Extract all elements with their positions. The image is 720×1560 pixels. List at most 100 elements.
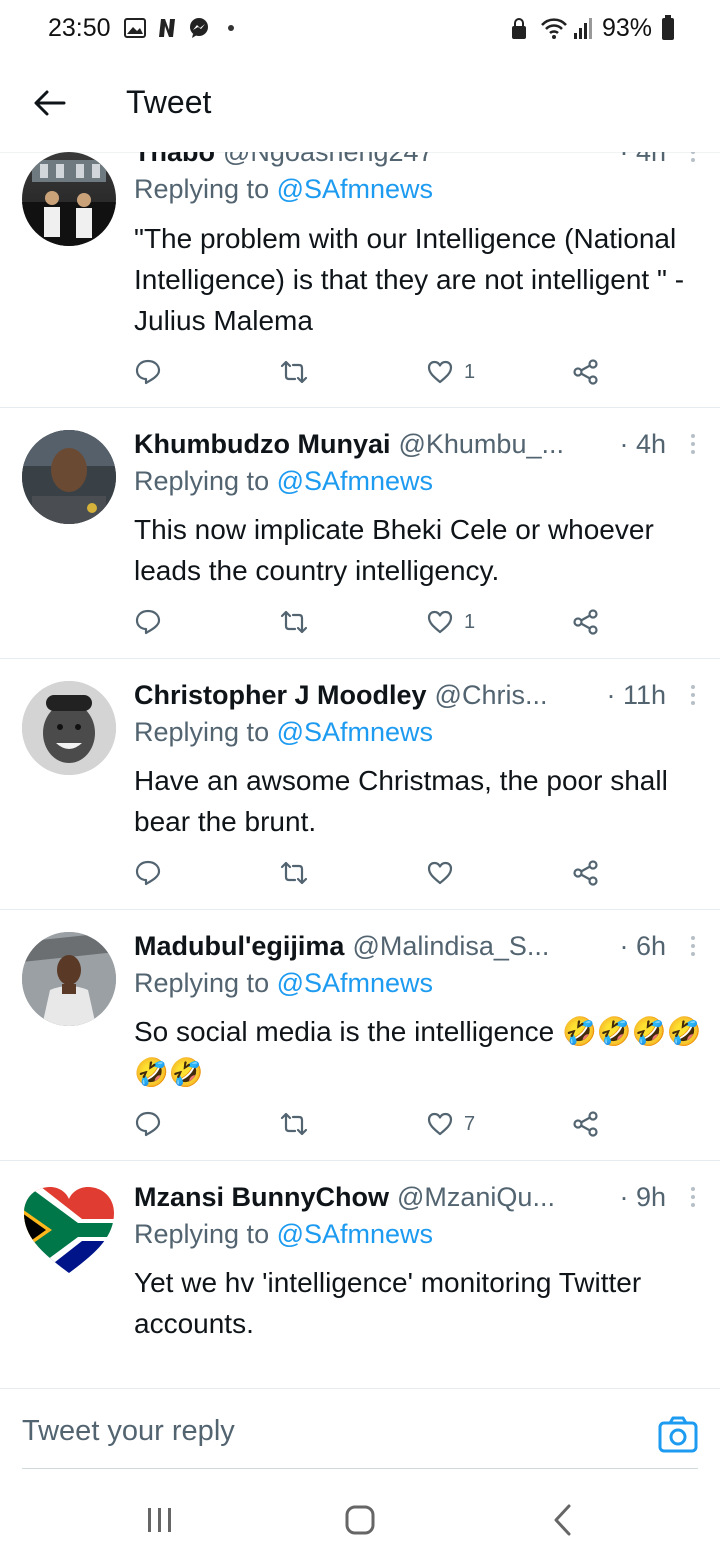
like-button[interactable]: 7 bbox=[426, 1104, 475, 1144]
battery-percent: 93% bbox=[601, 14, 652, 42]
tweet[interactable]: Khumbudzo Munyai @Khumbu_... · 4h Replyi… bbox=[0, 408, 720, 659]
notification-icons bbox=[124, 17, 234, 39]
battery-icon bbox=[662, 14, 674, 40]
tweet-text: "The problem with our Intelligence (Nati… bbox=[134, 223, 685, 336]
tweet-time: · 6h bbox=[619, 930, 666, 961]
status-time: 23:50 bbox=[48, 14, 111, 42]
reply-icon bbox=[135, 359, 161, 385]
like-count: 1 bbox=[464, 610, 476, 633]
tweet-header: Mzansi BunnyChow @MzaniQu... · 9h bbox=[134, 1179, 696, 1215]
share-icon bbox=[573, 359, 598, 385]
reply-icon bbox=[135, 860, 161, 886]
composer-divider bbox=[22, 1468, 698, 1469]
app-header: Tweet bbox=[0, 58, 720, 153]
user-handle[interactable]: @Khumbu_... bbox=[398, 429, 564, 460]
page-title: Tweet bbox=[126, 84, 212, 120]
avatar[interactable] bbox=[22, 932, 116, 1026]
like-icon bbox=[427, 861, 453, 885]
tweet-header: Thabo @Ngoasheng247 · 4h bbox=[134, 152, 696, 170]
tweet[interactable]: Mzansi BunnyChow @MzaniQu... · 9h Replyi… bbox=[0, 1161, 720, 1388]
tweet-time: · 9h bbox=[619, 1181, 666, 1212]
replying-to: Replying to @SAfmnews bbox=[134, 968, 433, 999]
retweet-icon bbox=[280, 610, 308, 634]
camera-icon[interactable] bbox=[658, 1415, 698, 1455]
like-icon bbox=[427, 610, 453, 634]
mention-link[interactable]: @SAfmnews bbox=[277, 968, 433, 998]
like-button[interactable] bbox=[426, 853, 464, 893]
tweet-time: · 4h bbox=[619, 428, 666, 459]
avatar[interactable] bbox=[22, 430, 116, 524]
reply-icon bbox=[135, 609, 161, 635]
tweet-header: Christopher J Moodley @Chris... · 11h bbox=[134, 677, 696, 713]
replying-to: Replying to @SAfmnews bbox=[134, 717, 433, 748]
reply-button[interactable] bbox=[134, 602, 162, 642]
replying-to: Replying to @SAfmnews bbox=[134, 1219, 433, 1250]
user-handle[interactable]: @Ngoasheng247 bbox=[223, 152, 434, 168]
reply-input[interactable]: Tweet your reply bbox=[22, 1415, 235, 1448]
avatar-photo bbox=[22, 681, 116, 775]
share-icon bbox=[573, 1111, 598, 1137]
recents-icon[interactable] bbox=[140, 1500, 180, 1540]
like-icon bbox=[427, 1112, 453, 1136]
retweet-icon bbox=[280, 861, 308, 885]
retweet-button[interactable] bbox=[280, 602, 308, 642]
user-handle[interactable]: @MzaniQu... bbox=[397, 1182, 555, 1213]
lock-recycle-icon bbox=[511, 17, 526, 39]
mention-link[interactable]: @SAfmnews bbox=[277, 1219, 433, 1249]
status-right: 93% bbox=[508, 14, 674, 43]
share-icon bbox=[573, 860, 598, 886]
replies-feed[interactable]: Thabo @Ngoasheng247 · 4h Replying to @SA… bbox=[0, 152, 720, 1388]
back-arrow-icon[interactable] bbox=[32, 86, 66, 120]
share-button[interactable] bbox=[572, 602, 600, 642]
share-button[interactable] bbox=[572, 853, 600, 893]
reply-button[interactable] bbox=[134, 352, 162, 392]
avatar[interactable] bbox=[22, 152, 116, 246]
display-name[interactable]: Mzansi BunnyChow bbox=[134, 1182, 389, 1213]
news-icon bbox=[159, 19, 175, 37]
retweet-button[interactable] bbox=[280, 1104, 308, 1144]
retweet-button[interactable] bbox=[280, 352, 308, 392]
mention-link[interactable]: @SAfmnews bbox=[277, 717, 433, 747]
replying-to: Replying to @SAfmnews bbox=[134, 174, 433, 205]
more-options-icon[interactable] bbox=[690, 1185, 696, 1209]
tweet-text: So social media is the intelligence 🤣🤣🤣🤣… bbox=[134, 1016, 702, 1088]
home-icon[interactable] bbox=[340, 1500, 380, 1540]
like-button[interactable]: 1 bbox=[426, 602, 475, 642]
retweet-icon bbox=[280, 360, 308, 384]
share-button[interactable] bbox=[572, 352, 600, 392]
mention-link[interactable]: @SAfmnews bbox=[277, 466, 433, 496]
display-name[interactable]: Khumbudzo Munyai bbox=[134, 429, 390, 460]
mention-link[interactable]: @SAfmnews bbox=[277, 174, 433, 204]
wifi-signal-icon bbox=[541, 17, 592, 39]
reply-button[interactable] bbox=[134, 1104, 162, 1144]
tweet[interactable]: Madubul'egijima @Malindisa_S... · 6h Rep… bbox=[0, 910, 720, 1161]
nav-back-icon[interactable] bbox=[544, 1500, 584, 1540]
more-options-icon[interactable] bbox=[690, 934, 696, 958]
retweet-button[interactable] bbox=[280, 853, 308, 893]
display-name[interactable]: Thabo bbox=[134, 152, 215, 168]
reply-composer[interactable]: Tweet your reply bbox=[0, 1388, 720, 1483]
avatar[interactable] bbox=[22, 1183, 116, 1277]
user-handle[interactable]: @Malindisa_S... bbox=[352, 931, 549, 962]
tweet[interactable]: Thabo @Ngoasheng247 · 4h Replying to @SA… bbox=[0, 152, 720, 408]
tweet[interactable]: Christopher J Moodley @Chris... · 11h Re… bbox=[0, 659, 720, 910]
display-name[interactable]: Christopher J Moodley bbox=[134, 680, 427, 711]
tweet-time: · 11h bbox=[606, 679, 666, 710]
like-count: 7 bbox=[464, 1112, 476, 1135]
avatar-photo bbox=[22, 430, 116, 524]
display-name[interactable]: Madubul'egijima bbox=[134, 931, 344, 962]
like-button[interactable]: 1 bbox=[426, 352, 475, 392]
more-options-icon[interactable] bbox=[690, 432, 696, 456]
user-handle[interactable]: @Chris... bbox=[435, 680, 548, 711]
share-button[interactable] bbox=[572, 1104, 600, 1144]
more-options-icon[interactable] bbox=[690, 683, 696, 707]
tweet-time: · 4h bbox=[619, 152, 696, 168]
like-icon bbox=[427, 360, 453, 384]
avatar[interactable] bbox=[22, 681, 116, 775]
more-options-icon[interactable] bbox=[690, 152, 696, 164]
retweet-icon bbox=[280, 1112, 308, 1136]
system-nav-bar bbox=[0, 1482, 720, 1560]
replying-to-label: Replying to bbox=[134, 1219, 277, 1249]
reply-button[interactable] bbox=[134, 853, 162, 893]
messenger-icon bbox=[190, 18, 208, 38]
